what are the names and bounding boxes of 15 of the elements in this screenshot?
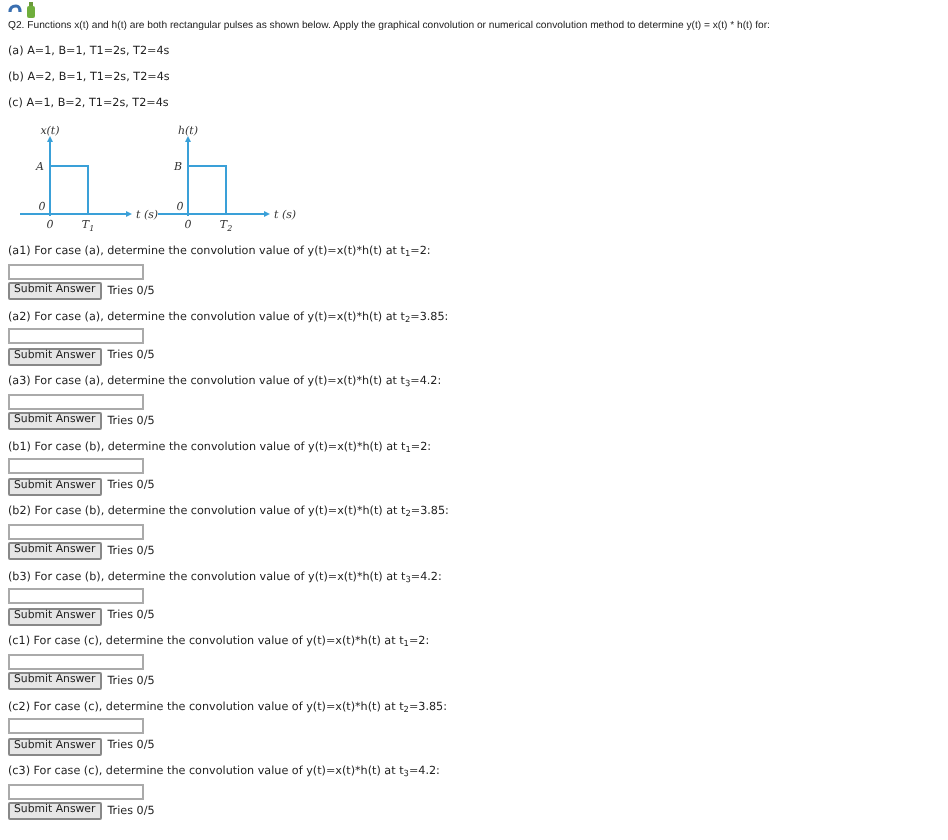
pulse-line <box>49 165 89 215</box>
answer-field[interactable] <box>8 653 144 669</box>
answer-field[interactable] <box>8 783 144 799</box>
answer-field[interactable] <box>8 328 144 344</box>
pulse-line <box>187 165 227 215</box>
bottle-icon[interactable] <box>26 2 36 18</box>
answer-field[interactable] <box>8 263 144 279</box>
answer-field[interactable] <box>8 458 144 474</box>
answer-field[interactable] <box>8 588 144 604</box>
answer-field[interactable] <box>8 523 144 539</box>
axes-drawing <box>19 136 132 217</box>
undo-icon[interactable] <box>8 4 22 16</box>
axes-drawing <box>157 136 270 217</box>
answer-field[interactable] <box>8 718 144 734</box>
answer-field[interactable] <box>8 393 144 409</box>
